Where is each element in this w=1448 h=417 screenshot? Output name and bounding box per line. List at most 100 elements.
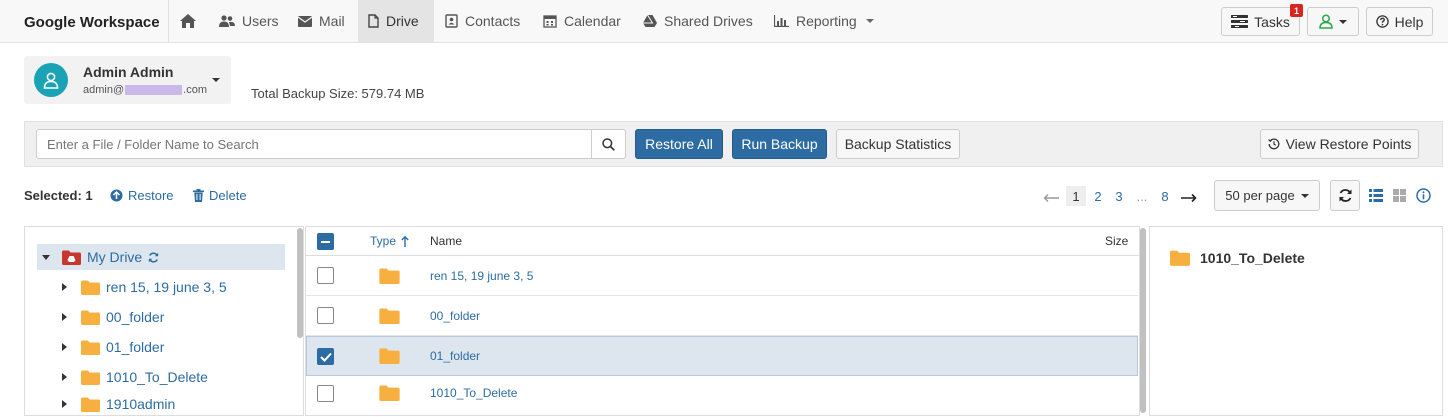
nav-contacts[interactable]: Contacts (435, 0, 530, 42)
type-header-label: Type (370, 234, 397, 248)
tree-root-my-drive[interactable]: My Drive (42, 244, 159, 270)
grid-view-icon[interactable] (1393, 189, 1406, 205)
tasks-button[interactable]: Tasks (1221, 7, 1300, 36)
folder-icon (81, 340, 100, 355)
tree-item[interactable]: ren 15, 19 june 3, 5 (62, 274, 227, 300)
tree-scrollbar[interactable] (297, 228, 303, 338)
caret-right-icon (62, 343, 67, 351)
nav-drive[interactable]: Drive (358, 0, 434, 42)
file-icon (368, 14, 379, 28)
contact-card-icon (445, 14, 458, 28)
search-input[interactable] (36, 129, 592, 159)
view-restore-points-button[interactable]: View Restore Points (1260, 129, 1419, 159)
nav-mail[interactable]: Mail (288, 0, 355, 42)
page-3[interactable]: 3 (1110, 186, 1128, 206)
detail-item-name: 1010_To_Delete (1200, 250, 1305, 266)
divider (168, 0, 169, 42)
top-navbar: Google Workspace Users Mail Drive Contac… (0, 0, 1448, 43)
user-outline-icon (1319, 14, 1333, 29)
row-checkbox-checked[interactable] (317, 348, 334, 365)
user-menu-button[interactable] (1307, 7, 1359, 36)
refresh-icon (1339, 189, 1351, 202)
backup-statistics-button[interactable]: Backup Statistics (836, 129, 960, 159)
folder-icon (1170, 250, 1190, 266)
tree-item[interactable]: 1010_To_Delete (62, 364, 208, 390)
name-column-header[interactable]: Name (430, 234, 462, 248)
caret-right-icon (62, 373, 67, 381)
folder-icon (81, 370, 100, 385)
tree-item-label: ren 15, 19 june 3, 5 (106, 279, 227, 295)
tasks-badge: 1 (1290, 4, 1303, 17)
folder-icon (379, 308, 400, 324)
page-ellipsis: ... (1136, 188, 1148, 204)
nav-label: Mail (319, 13, 345, 29)
run-backup-button[interactable]: Run Backup (732, 129, 827, 159)
size-column-header[interactable]: Size (1105, 234, 1128, 248)
row-checkbox[interactable] (317, 385, 334, 402)
folder-icon (81, 280, 100, 295)
help-label: Help (1394, 13, 1424, 30)
chevron-down-icon (865, 19, 874, 23)
restore-link[interactable]: Restore (110, 188, 174, 203)
tree-item[interactable]: 1910admin (62, 391, 175, 417)
table-row[interactable]: 1010_To_Delete (306, 376, 1138, 416)
nav-shared-drives[interactable]: Shared Drives (633, 0, 763, 42)
nav-users[interactable]: Users (209, 0, 289, 42)
account-selector[interactable]: Admin Admin admin@ .com (24, 56, 231, 104)
search-button[interactable] (591, 129, 626, 159)
delete-label: Delete (209, 188, 247, 203)
tree-item-label: 00_folder (106, 309, 165, 325)
caret-right-icon (62, 283, 67, 291)
avatar (34, 63, 68, 97)
type-column-header[interactable]: Type (370, 234, 409, 248)
chevron-down-icon (1300, 193, 1309, 198)
select-all-checkbox[interactable] (317, 233, 334, 250)
folder-icon (81, 397, 100, 412)
per-page-select[interactable]: 50 per page (1214, 180, 1320, 211)
selected-count: Selected: 1 (24, 188, 93, 203)
row-checkbox[interactable] (317, 307, 334, 324)
row-name[interactable]: 1010_To_Delete (430, 386, 517, 400)
restore-all-button[interactable]: Restore All (635, 129, 723, 159)
chevron-down-icon (212, 78, 220, 82)
list-view-icon[interactable] (1369, 189, 1383, 205)
row-checkbox[interactable] (317, 267, 334, 284)
search-icon (602, 137, 615, 151)
nav-label: Calendar (564, 13, 621, 29)
table-row[interactable]: 00_folder (306, 296, 1138, 336)
refresh-button[interactable] (1330, 180, 1360, 211)
delete-link[interactable]: Delete (193, 188, 247, 203)
row-name[interactable]: 01_folder (430, 349, 480, 363)
users-icon (219, 14, 235, 28)
tree-item[interactable]: 01_folder (62, 334, 164, 360)
prev-page-arrow-icon[interactable] (1043, 191, 1059, 206)
page-2[interactable]: 2 (1089, 186, 1107, 206)
table-row-selected[interactable]: 01_folder (306, 336, 1138, 376)
tree-item-label: 1910admin (106, 396, 176, 412)
folder-icon (81, 310, 100, 325)
page-1[interactable]: 1 (1066, 186, 1086, 206)
brand-title[interactable]: Google Workspace (24, 14, 160, 31)
row-name[interactable]: 00_folder (430, 309, 480, 323)
tree-item-label: 1010_To_Delete (106, 369, 208, 385)
check-icon (320, 352, 332, 362)
next-page-arrow-icon[interactable] (1181, 191, 1197, 206)
tree-item[interactable]: 00_folder (62, 304, 164, 330)
table-scrollbar[interactable] (1140, 228, 1146, 413)
info-icon[interactable] (1416, 188, 1431, 206)
view-restore-points-label: View Restore Points (1285, 136, 1412, 152)
nav-reporting[interactable]: Reporting (764, 0, 884, 42)
nav-label: Drive (386, 13, 419, 29)
row-name[interactable]: ren 15, 19 june 3, 5 (430, 269, 533, 283)
nav-calendar[interactable]: Calendar (533, 0, 631, 42)
sync-icon[interactable] (148, 251, 159, 263)
tree-root-label: My Drive (87, 249, 143, 265)
nav-home[interactable] (170, 0, 206, 42)
page-8[interactable]: 8 (1156, 186, 1174, 206)
help-button[interactable]: Help (1366, 7, 1433, 36)
user-icon (43, 72, 59, 89)
table-row[interactable]: ren 15, 19 june 3, 5 (306, 256, 1138, 296)
home-icon (180, 14, 196, 28)
table-header: Type Name Size (306, 227, 1139, 256)
sort-up-arrow-icon (401, 235, 409, 247)
